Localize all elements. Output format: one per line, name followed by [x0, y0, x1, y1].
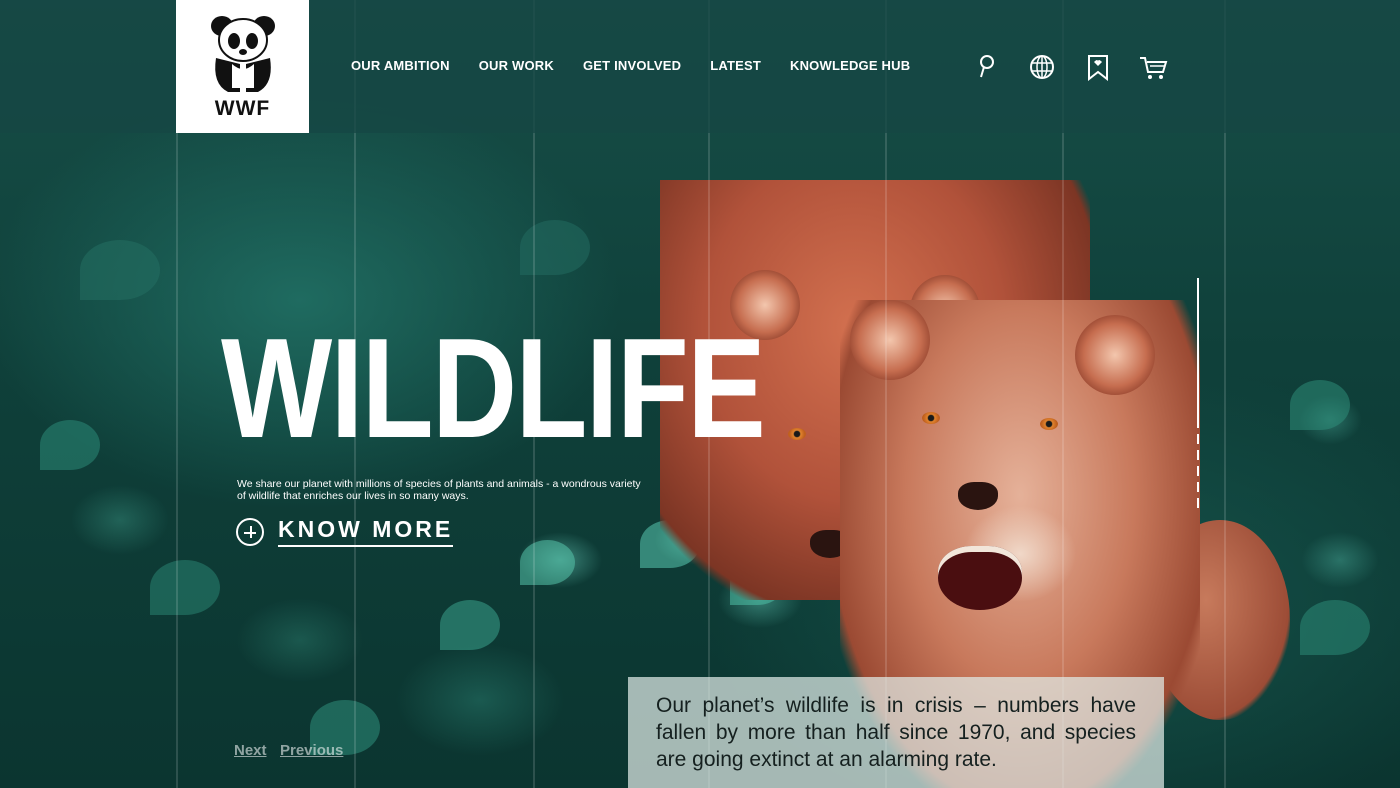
foliage-leaf [1300, 600, 1370, 655]
hero-description: We share our planet with millions of spe… [237, 478, 641, 502]
lioness-eye [922, 412, 940, 424]
scroll-indicator[interactable] [1197, 278, 1199, 510]
logo-text: WWF [214, 97, 271, 120]
panda-icon [211, 16, 275, 92]
nav-get-involved[interactable]: GET INVOLVED [583, 58, 681, 73]
wwf-logo[interactable]: WWF [176, 0, 309, 133]
plus-circle-icon [236, 517, 264, 546]
lioness-eye [788, 428, 806, 440]
lioness-eye [1040, 418, 1058, 430]
site-header: WWF OUR AMBITION OUR WORK GET INVOLVED L… [0, 0, 1400, 133]
lioness-mouth [938, 546, 1022, 610]
nav-latest[interactable]: LATEST [710, 58, 761, 73]
know-more-label: KNOW MORE [278, 516, 454, 547]
foliage-leaf [80, 240, 160, 300]
cart-icon[interactable] [1138, 53, 1168, 81]
hero-title: WILDLIFE [221, 309, 766, 468]
search-icon[interactable] [975, 53, 1003, 81]
foliage-leaf [520, 220, 590, 275]
lioness-ear [1075, 315, 1155, 395]
main-navigation: OUR AMBITION OUR WORK GET INVOLVED LATES… [351, 58, 939, 73]
foliage-leaf [520, 540, 575, 585]
previous-link[interactable]: Previous [280, 742, 343, 759]
crisis-info-card: Our planet’s wildlife is in crisis – num… [628, 677, 1164, 788]
foliage-leaf [150, 560, 220, 615]
crisis-info-text: Our planet’s wildlife is in crisis – num… [656, 694, 1136, 771]
globe-icon[interactable] [1028, 53, 1056, 81]
next-link[interactable]: Next [234, 742, 267, 759]
foliage-leaf [1290, 380, 1350, 430]
lioness-ear [850, 300, 930, 380]
foliage-leaf [440, 600, 500, 650]
foliage-leaf [40, 420, 100, 470]
lioness-nose [958, 482, 998, 510]
know-more-button[interactable]: KNOW MORE [236, 516, 454, 547]
nav-our-ambition[interactable]: OUR AMBITION [351, 58, 450, 73]
nav-knowledge-hub[interactable]: KNOWLEDGE HUB [790, 58, 910, 73]
nav-our-work[interactable]: OUR WORK [479, 58, 554, 73]
bookmark-icon[interactable] [1084, 53, 1112, 82]
